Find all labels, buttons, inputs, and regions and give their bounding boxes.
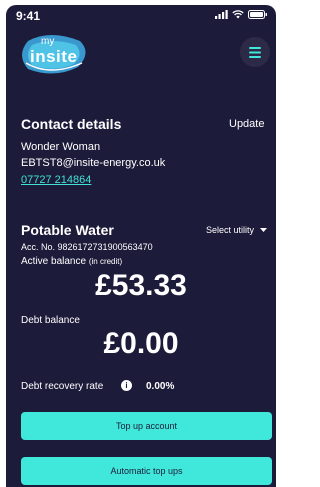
battery-icon xyxy=(248,10,267,19)
active-balance-label: Active balance (in credit) xyxy=(21,256,122,267)
info-icon[interactable]: i xyxy=(121,380,132,391)
contact-email: EBTST8@insite-energy.co.uk xyxy=(21,157,166,169)
logo-text-my: my xyxy=(41,36,55,47)
status-time: 9:41 xyxy=(16,9,41,23)
active-balance-label-text: Active balance xyxy=(21,256,87,267)
utility-title: Potable Water xyxy=(21,222,114,238)
debt-recovery-rate-value: 0.00% xyxy=(146,381,175,392)
caret-down-icon xyxy=(259,228,267,233)
hamburger-icon xyxy=(249,46,261,58)
top-up-account-button[interactable]: Top up account xyxy=(21,412,272,440)
active-balance-note: (in credit) xyxy=(88,257,123,266)
wifi-icon xyxy=(232,10,244,19)
logo-text-main: insite xyxy=(30,47,78,66)
contact-phone-link[interactable]: 07727 214864 xyxy=(21,174,91,186)
active-balance-value: £53.33 xyxy=(95,269,187,302)
status-bar: 9:41 xyxy=(6,5,276,25)
account-number: Acc. No. 9826172731900563470 xyxy=(21,242,153,252)
debt-balance-label: Debt balance xyxy=(21,315,80,326)
contact-details-title: Contact details xyxy=(21,116,122,132)
my-insite-logo[interactable]: my insite xyxy=(20,33,88,77)
menu-button[interactable] xyxy=(240,37,270,67)
automatic-top-ups-button[interactable]: Automatic top ups xyxy=(21,457,272,485)
contact-name: Wonder Woman xyxy=(21,141,101,153)
app-screen: 9:41 my insite Contact details Update Wo… xyxy=(6,5,276,487)
status-icons xyxy=(215,10,268,19)
signal-icon xyxy=(215,10,228,19)
debt-recovery-rate-label: Debt recovery rate xyxy=(21,381,104,392)
debt-balance-value: £0.00 xyxy=(103,327,179,360)
update-link[interactable]: Update xyxy=(229,118,264,130)
select-utility-dropdown[interactable]: Select utility xyxy=(206,225,267,235)
select-utility-label: Select utility xyxy=(206,225,255,235)
